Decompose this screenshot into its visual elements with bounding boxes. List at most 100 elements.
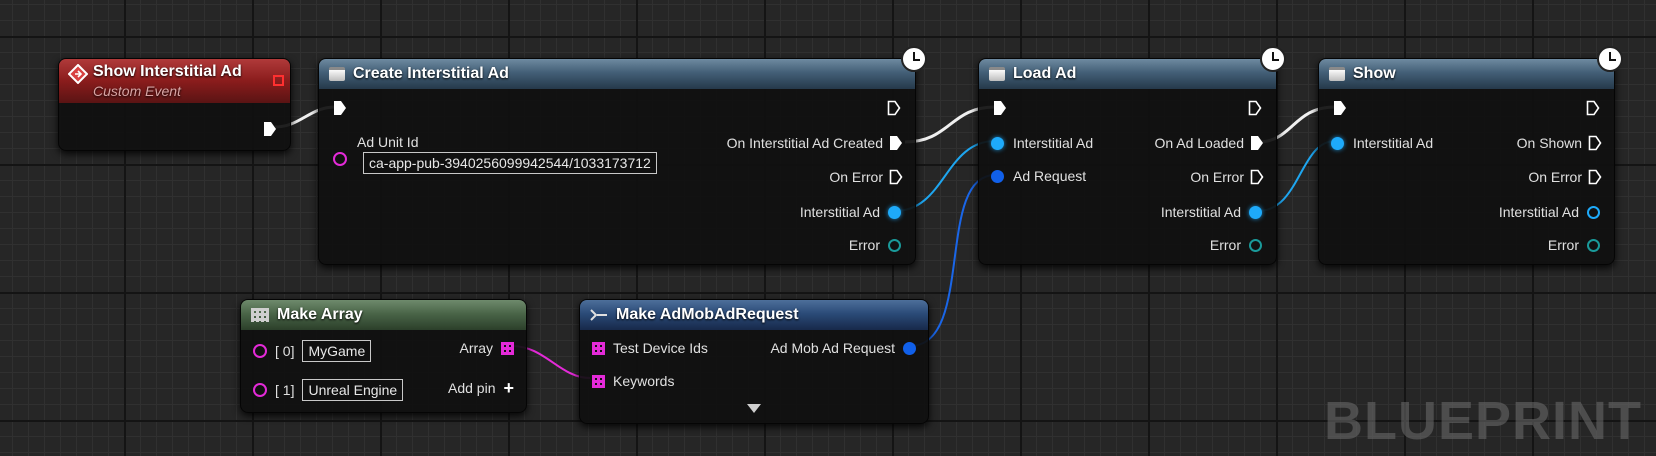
array-item-index: [ 0] [275,343,295,359]
make-request-header: Make AdMobAdRequest [580,300,928,330]
expand-arrow-icon[interactable] [747,404,761,414]
array-item-0-pin[interactable]: [ 0] MyGame [253,340,372,362]
custom-event-node[interactable]: Show Interstitial Ad Custom Event [58,58,291,151]
interstitial-ad-label: Interstitial Ad [1353,135,1434,151]
ad-unit-id-input[interactable]: ca-app-pub-3940256099942544/1033173712 [363,152,657,174]
make-array-title: Make Array [277,306,363,323]
latent-clock-icon [901,46,927,72]
object-pin-icon [888,205,901,219]
on-shown-label: On Shown [1516,135,1582,151]
exec-out-pin [1250,169,1264,185]
delegate-pin[interactable] [273,75,284,86]
exec-in-pin[interactable] [993,100,1007,116]
function-icon [1329,67,1345,81]
array-pin-icon [592,374,605,388]
on-error-pin[interactable]: On Error [1528,169,1602,185]
interstitial-ad-out-pin[interactable]: Interstitial Ad [1161,204,1262,220]
on-shown-pin[interactable]: On Shown [1517,135,1602,151]
make-array-node[interactable]: Make Array [ 0] MyGame [ 1] Unreal Engin… [240,299,527,413]
exec-in-pin[interactable] [1333,100,1347,116]
event-subtitle: Custom Event [93,83,181,99]
on-error-pin[interactable]: On Error [1190,169,1264,185]
add-pin-label: Add pin [448,380,496,396]
keywords-label: Keywords [613,373,675,389]
struct-pin-icon [991,169,1004,183]
interstitial-ad-out-pin[interactable]: Interstitial Ad [1499,204,1600,220]
ad-mob-ad-request-label: Ad Mob Ad Request [770,340,895,356]
ad-request-label: Ad Request [1013,168,1087,184]
interstitial-ad-label: Interstitial Ad [1160,204,1241,220]
array-pin-icon [592,341,605,355]
make-request-title: Make AdMobAdRequest [616,306,799,323]
interstitial-ad-out-pin[interactable]: Interstitial Ad [800,204,901,220]
test-device-ids-label: Test Device Ids [613,340,708,356]
add-pin-button[interactable]: Add pin + [448,378,514,398]
ad-unit-id-label: Ad Unit Id [357,134,419,150]
object-pin-icon [1587,205,1600,219]
make-array-icon [251,308,269,322]
ad-unit-id-pin[interactable]: Ad Unit Id [333,134,418,166]
create-interstitial-ad-node[interactable]: Create Interstitial Ad Ad Unit Id ca-app… [318,58,916,265]
show-node-title: Show [1353,65,1396,82]
array-out-pin[interactable]: Array [460,340,514,356]
object-pin-icon [888,238,901,252]
exec-out-pin [1588,135,1602,151]
object-pin-icon [1331,136,1344,150]
on-error-pin[interactable]: On Error [829,169,903,185]
struct-pin-icon [903,341,916,355]
exec-out-pin [1251,136,1263,150]
create-node-header: Create Interstitial Ad [319,59,915,89]
ad-request-in-pin[interactable]: Ad Request [991,168,1086,184]
array-pin-icon [501,341,514,355]
function-icon [329,67,345,81]
error-out-pin[interactable]: Error [849,237,901,253]
exec-in-pin[interactable] [333,100,347,116]
make-admob-ad-request-node[interactable]: Make AdMobAdRequest Test Device Ids Keyw… [579,299,929,424]
interstitial-ad-label: Interstitial Ad [799,204,880,220]
make-struct-icon [590,309,607,321]
event-diamond-icon [68,64,88,84]
object-pin-icon [991,136,1004,150]
load-node-title: Load Ad [1013,65,1077,82]
show-node[interactable]: Show Interstitial Ad On Shown On Error I… [1318,58,1615,265]
test-device-ids-pin[interactable]: Test Device Ids [592,340,708,356]
exec-out-pin[interactable] [263,121,277,137]
string-pin-icon [253,344,267,358]
exec-out-pin[interactable] [1586,100,1600,116]
keywords-pin[interactable]: Keywords [592,373,674,389]
on-error-label: On Error [829,169,883,185]
error-label: Error [848,237,880,253]
plus-icon: + [503,378,514,398]
exec-out-pin[interactable] [887,100,901,116]
on-error-label: On Error [1190,169,1244,185]
on-error-label: On Error [1528,169,1582,185]
array-item-1-pin[interactable]: [ 1] Unreal Engine [253,379,404,401]
exec-out-pin[interactable] [1248,100,1262,116]
exec-out-pin [1588,169,1602,185]
make-array-header: Make Array [241,300,526,330]
interstitial-ad-in-pin[interactable]: Interstitial Ad [991,135,1093,151]
error-out-pin[interactable]: Error [1210,237,1262,253]
create-node-title: Create Interstitial Ad [353,65,509,82]
exec-out-pin [890,136,902,150]
interstitial-ad-label: Interstitial Ad [1013,135,1094,151]
error-label: Error [1547,237,1579,253]
string-pin-icon [333,152,347,166]
array-label: Array [459,340,493,356]
interstitial-ad-in-pin[interactable]: Interstitial Ad [1331,135,1433,151]
array-item-input[interactable]: MyGame [302,340,372,362]
object-pin-icon [1587,238,1600,252]
array-item-input[interactable]: Unreal Engine [302,379,404,401]
error-label: Error [1209,237,1241,253]
interstitial-ad-label: Interstitial Ad [1498,204,1579,220]
ad-mob-ad-request-out-pin[interactable]: Ad Mob Ad Request [770,340,916,356]
load-ad-node[interactable]: Load Ad Interstitial Ad Ad Request On Ad… [978,58,1277,265]
latent-clock-icon [1260,46,1286,72]
on-interstitial-ad-created-pin[interactable]: On Interstitial Ad Created [727,135,903,151]
string-pin-icon [253,383,267,397]
on-ad-loaded-label: On Ad Loaded [1154,135,1244,151]
on-ad-loaded-pin[interactable]: On Ad Loaded [1154,135,1264,151]
latent-clock-icon [1597,46,1623,72]
error-out-pin[interactable]: Error [1548,237,1600,253]
on-created-label: On Interstitial Ad Created [726,135,883,151]
